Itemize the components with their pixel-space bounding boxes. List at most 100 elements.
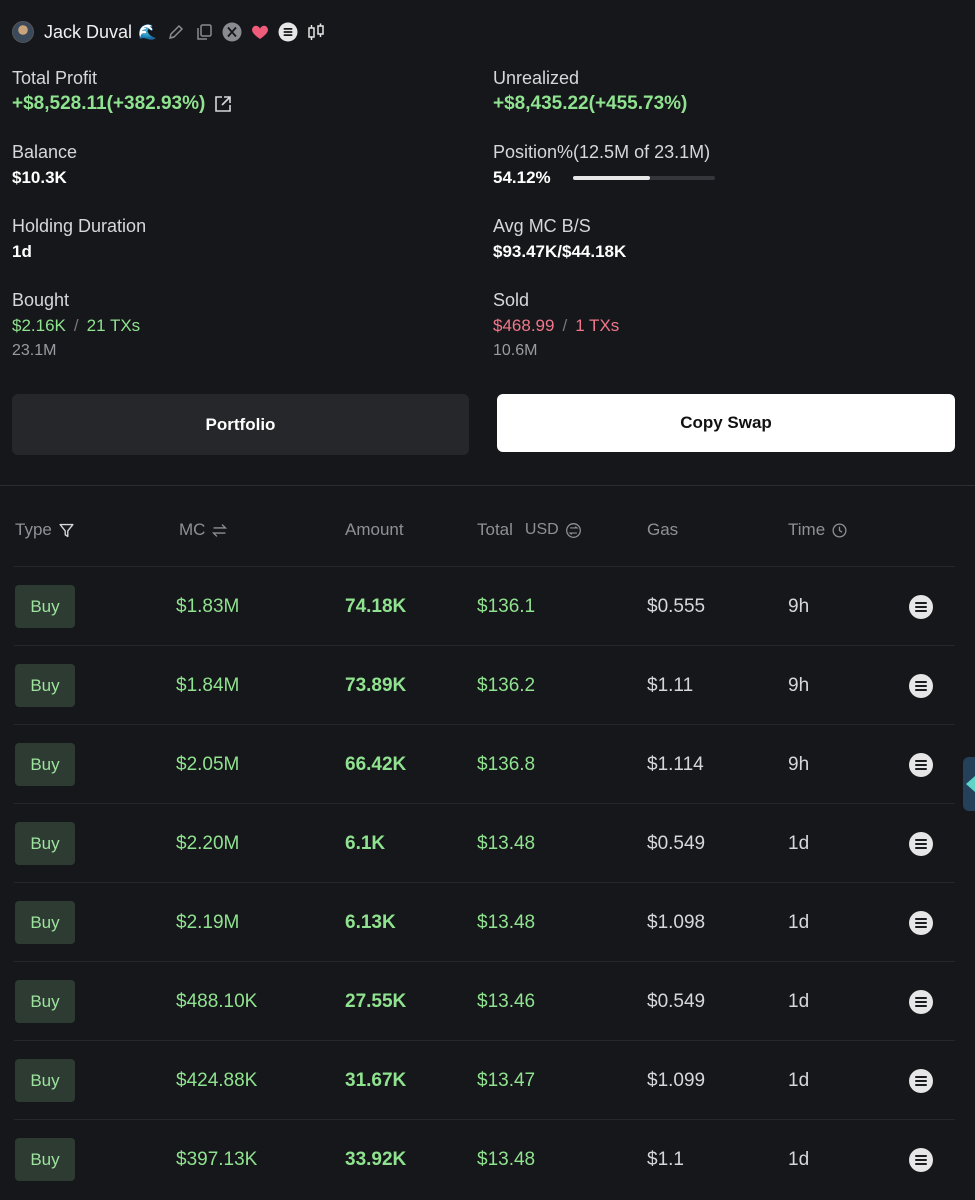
gas-cell: $1.11 xyxy=(647,674,694,696)
copy-icon[interactable] xyxy=(193,21,215,43)
total-profit-label: Total Profit xyxy=(12,68,98,88)
unrealized-label: Unrealized xyxy=(493,68,580,88)
balance-value: $10.3K xyxy=(12,168,67,187)
solana-icon[interactable] xyxy=(909,1147,933,1172)
total-profit-value: +$8,528.11(+382.93%) xyxy=(12,93,206,114)
avg-mc-value: $93.47K/$44.18K xyxy=(493,242,627,261)
x-twitter-icon[interactable] xyxy=(221,21,243,43)
gas-cell: $0.555 xyxy=(647,595,706,617)
bought-txs: 21 TXs xyxy=(86,316,141,335)
unrealized-value: +$8,435.22(+455.73%) xyxy=(493,93,688,114)
mc-cell: $2.20M xyxy=(176,832,240,854)
position-label: Position%(12.5M of 23.1M) xyxy=(493,142,711,162)
time-cell: 1d xyxy=(788,832,810,854)
type-column-header[interactable]: Type xyxy=(15,520,75,540)
heart-icon[interactable] xyxy=(249,21,271,43)
table-row[interactable]: Buy $2.19M 6.13K $13.48 $1.098 1d xyxy=(14,882,955,961)
time-cell: 1d xyxy=(788,990,810,1012)
mc-cell: $488.10K xyxy=(176,990,258,1012)
total-profit-stat: Total Profit +$8,528.11(+382.93%) xyxy=(12,68,233,115)
mc-cell: $397.13K xyxy=(176,1148,258,1170)
solana-icon[interactable] xyxy=(909,1068,933,1093)
type-header-label: Type xyxy=(15,520,52,539)
bought-label: Bought xyxy=(12,290,70,310)
edit-icon[interactable] xyxy=(165,21,187,43)
time-cell: 1d xyxy=(788,1148,810,1170)
solana-icon[interactable] xyxy=(909,752,933,777)
currency-toggle-icon[interactable] xyxy=(565,522,582,539)
gas-cell: $1.1 xyxy=(647,1148,684,1170)
type-badge: Buy xyxy=(15,901,75,944)
section-divider xyxy=(0,485,975,486)
gas-column-header: Gas xyxy=(647,520,678,540)
table-row[interactable]: Buy $1.83M 74.18K $136.1 $0.555 9h xyxy=(14,566,955,645)
amount-cell: 6.1K xyxy=(345,832,386,854)
avatar[interactable] xyxy=(12,21,34,43)
amount-cell: 6.13K xyxy=(345,911,396,933)
external-link-icon[interactable] xyxy=(213,94,233,114)
total-cell: $13.48 xyxy=(477,911,536,933)
gas-cell: $0.549 xyxy=(647,990,706,1012)
gas-header-label: Gas xyxy=(647,520,679,539)
type-badge: Buy xyxy=(15,822,75,865)
sold-separator: / xyxy=(562,316,568,335)
mc-column-header[interactable]: MC xyxy=(179,520,228,540)
table-row[interactable]: Buy $2.20M 6.1K $13.48 $0.549 1d xyxy=(14,803,955,882)
table-row[interactable]: Buy $424.88K 31.67K $13.47 $1.099 1d xyxy=(14,1040,955,1119)
type-badge: Buy xyxy=(15,743,75,786)
solana-icon[interactable] xyxy=(277,21,299,43)
gas-cell: $1.114 xyxy=(647,753,704,775)
amount-header-label: Amount xyxy=(345,520,404,539)
solana-icon[interactable] xyxy=(909,989,933,1014)
table-row[interactable]: Buy $488.10K 27.55K $13.46 $0.549 1d xyxy=(14,961,955,1040)
chevron-left-icon xyxy=(965,776,975,792)
table-row[interactable]: Buy $1.84M 73.89K $136.2 $1.11 9h xyxy=(14,645,955,724)
time-cell: 9h xyxy=(788,753,810,775)
amount-cell: 31.67K xyxy=(345,1069,407,1091)
holding-duration-value: 1d xyxy=(12,242,32,261)
copy-swap-button[interactable]: Copy Swap xyxy=(497,394,955,452)
swap-arrows-icon[interactable] xyxy=(211,522,228,539)
avg-mc-label: Avg MC B/S xyxy=(493,216,591,236)
sold-txs: 1 TXs xyxy=(575,316,620,335)
time-header-label: Time xyxy=(788,520,826,539)
portfolio-button[interactable]: Portfolio xyxy=(12,394,469,455)
total-cell: $13.48 xyxy=(477,832,536,854)
time-cell: 9h xyxy=(788,595,810,617)
unrealized-stat: Unrealized +$8,435.22(+455.73%) xyxy=(493,68,687,115)
total-cell: $136.8 xyxy=(477,753,536,775)
avg-mc-stat: Avg MC B/S $93.47K/$44.18K xyxy=(493,216,626,262)
total-cell: $13.48 xyxy=(477,1148,536,1170)
total-header-label: Total xyxy=(477,520,513,539)
filter-icon[interactable] xyxy=(58,522,75,539)
bought-amount: 23.1M xyxy=(12,342,57,359)
bought-separator: / xyxy=(73,316,79,335)
table-row[interactable]: Buy $2.05M 66.42K $136.8 $1.114 9h xyxy=(14,724,955,803)
amount-cell: 73.89K xyxy=(345,674,407,696)
time-cell: 1d xyxy=(788,1069,810,1091)
type-badge: Buy xyxy=(15,664,75,707)
solana-icon[interactable] xyxy=(909,831,933,856)
side-panel-toggle[interactable] xyxy=(963,757,975,811)
gas-cell: $0.549 xyxy=(647,832,706,854)
balance-label: Balance xyxy=(12,142,78,162)
solana-icon[interactable] xyxy=(909,910,933,935)
time-column-header[interactable]: Time xyxy=(788,520,848,540)
candlestick-chart-icon[interactable] xyxy=(305,21,327,43)
usd-toggle-label[interactable]: USD xyxy=(525,521,559,539)
sold-stat: Sold $468.99 / 1 TXs 10.6M xyxy=(493,290,619,360)
wallet-name[interactable]: Jack Duval xyxy=(44,22,132,43)
type-badge: Buy xyxy=(15,585,75,628)
amount-cell: 27.55K xyxy=(345,990,407,1012)
mc-cell: $1.84M xyxy=(176,674,240,696)
solana-icon[interactable] xyxy=(909,594,933,619)
clock-icon[interactable] xyxy=(831,522,848,539)
profile-header: Jack Duval 🌊 xyxy=(12,20,327,44)
holding-duration-label: Holding Duration xyxy=(12,216,147,236)
position-progress-bar xyxy=(572,176,715,180)
total-cell: $13.47 xyxy=(477,1069,536,1091)
amount-cell: 33.92K xyxy=(345,1148,407,1170)
solana-icon[interactable] xyxy=(909,673,933,698)
mc-cell: $1.83M xyxy=(176,595,240,617)
table-row[interactable]: Buy $397.13K 33.92K $13.48 $1.1 1d xyxy=(14,1119,955,1198)
